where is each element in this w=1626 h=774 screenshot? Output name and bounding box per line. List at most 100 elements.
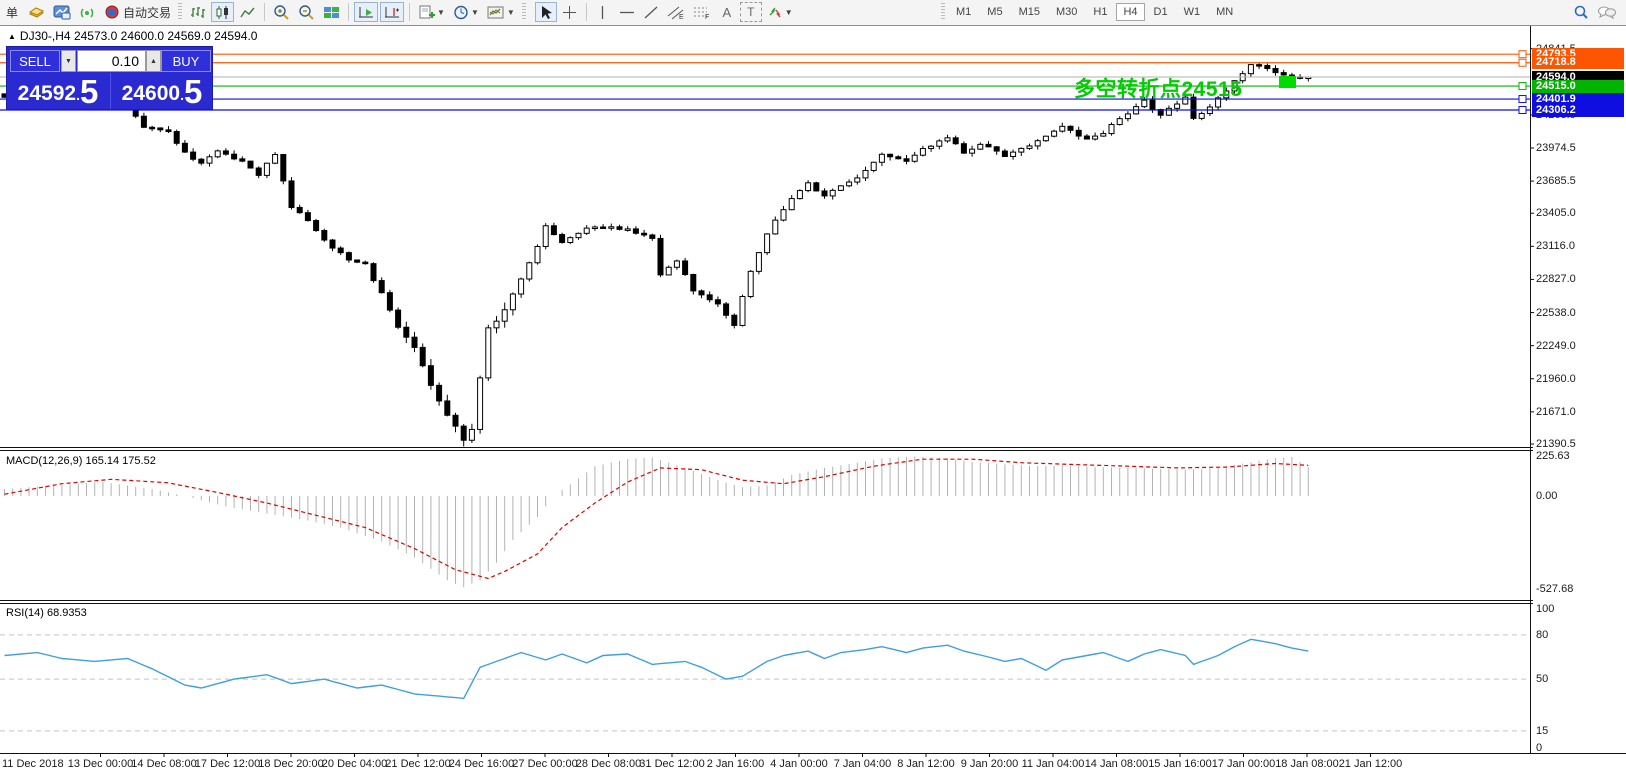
timeframe-button-m15[interactable]: M15 bbox=[1012, 3, 1047, 21]
timeframe-button-m30[interactable]: M30 bbox=[1049, 3, 1084, 21]
dropdown-caret: ▼ bbox=[437, 8, 445, 17]
price-axis-tick: 21960.0 bbox=[1536, 373, 1576, 385]
top-toolbar: 单 自动交易 bbox=[0, 0, 1626, 26]
timeframe-button-h4[interactable]: H4 bbox=[1116, 3, 1144, 21]
toolbar-grip bbox=[941, 3, 945, 21]
timeframe-button-m5[interactable]: M5 bbox=[980, 3, 1009, 21]
timeframe-button-h1[interactable]: H1 bbox=[1086, 3, 1114, 21]
toolbar-grip bbox=[178, 3, 182, 21]
price-axis-tick: 22249.0 bbox=[1536, 340, 1576, 352]
timeframe-button-mn[interactable]: MN bbox=[1209, 3, 1240, 21]
time-axis-label: 17 Dec 12:00 bbox=[195, 758, 260, 770]
autotrade-button[interactable]: 自动交易 bbox=[101, 2, 174, 22]
time-axis-label: 27 Dec 00:00 bbox=[512, 758, 577, 770]
text-label-icon[interactable]: T bbox=[740, 2, 762, 22]
toolbar-grip bbox=[522, 3, 526, 21]
buy-button[interactable]: BUY bbox=[161, 50, 211, 72]
price-level-label: 24515.0 bbox=[1532, 80, 1624, 93]
chart-title: ▲DJ30-,H4 24573.0 24600.0 24569.0 24594.… bbox=[8, 29, 257, 43]
collapse-triangle-icon[interactable]: ▲ bbox=[8, 32, 16, 41]
trendline-icon[interactable] bbox=[640, 2, 662, 22]
price-level-label: 24306.2 bbox=[1532, 104, 1624, 117]
macd-label: MACD(12,26,9) 165.14 175.52 bbox=[6, 455, 156, 467]
volume-input[interactable]: 0.10 bbox=[77, 50, 146, 72]
time-axis-label: 20 Dec 04:00 bbox=[322, 758, 387, 770]
candlestick-icon[interactable] bbox=[211, 2, 234, 22]
toolbar-separator bbox=[348, 3, 349, 21]
price-axis-tick: 23685.5 bbox=[1536, 175, 1576, 187]
signal-icon[interactable] bbox=[76, 2, 99, 22]
time-axis-label: 31 Dec 12:00 bbox=[639, 758, 704, 770]
sell-price[interactable]: 24592.5 bbox=[7, 74, 109, 109]
crosshair-icon[interactable] bbox=[559, 2, 581, 22]
vertical-line-icon[interactable] bbox=[592, 2, 614, 22]
horizontal-line-icon[interactable] bbox=[616, 2, 638, 22]
autotrade-label: 自动交易 bbox=[123, 4, 171, 21]
chart-window-icon[interactable] bbox=[50, 2, 74, 22]
volume-increase-button[interactable]: ▲ bbox=[146, 50, 161, 72]
text-icon[interactable]: A bbox=[716, 2, 738, 22]
price-level-label: 24718.8 bbox=[1532, 56, 1624, 69]
text-icon-label: A bbox=[722, 5, 731, 20]
cursor-icon[interactable] bbox=[535, 2, 557, 22]
volume-decrease-button[interactable]: ▼ bbox=[61, 50, 76, 72]
indicator-axis-tick: 0 bbox=[1536, 742, 1542, 754]
templates-icon[interactable]: ▼ bbox=[415, 2, 448, 22]
channel-icon[interactable]: E bbox=[664, 2, 688, 22]
search-icon[interactable] bbox=[1570, 2, 1592, 22]
fibonacci-icon[interactable]: F bbox=[690, 2, 714, 22]
period-icon[interactable]: ▼ bbox=[450, 2, 482, 22]
arrows-icon[interactable]: ▼ bbox=[764, 2, 796, 22]
chart-shift-icon[interactable] bbox=[380, 2, 404, 22]
dropdown-caret: ▼ bbox=[507, 8, 515, 17]
time-axis-label: 14 Jan 08:00 bbox=[1085, 758, 1149, 770]
buy-price[interactable]: 24600.5 bbox=[111, 74, 213, 109]
time-axis-label: 17 Jan 00:00 bbox=[1212, 758, 1276, 770]
time-axis-label: 11 Jan 04:00 bbox=[1022, 758, 1085, 770]
new-order-button[interactable]: 单 bbox=[1, 2, 23, 22]
toolbar-separator bbox=[409, 3, 410, 21]
chat-icon[interactable] bbox=[1594, 2, 1619, 22]
time-axis-label: 18 Dec 20:00 bbox=[258, 758, 323, 770]
time-axis-label: 21 Jan 12:00 bbox=[1339, 758, 1403, 770]
time-axis-label: 4 Jan 00:00 bbox=[770, 758, 828, 770]
zoom-out-icon[interactable] bbox=[295, 2, 318, 22]
price-axis-tick: 23116.0 bbox=[1536, 240, 1575, 252]
indicators-icon[interactable]: ▼ bbox=[484, 2, 518, 22]
auto-scroll-icon[interactable] bbox=[354, 2, 378, 22]
chart-annotation-text[interactable]: 多空转折点24515 bbox=[1074, 73, 1242, 103]
text-label-icon-label: T bbox=[747, 5, 754, 19]
sell-button[interactable]: SELL bbox=[10, 50, 60, 72]
new-order-label: 单 bbox=[6, 4, 18, 21]
time-axis-label: 7 Jan 04:00 bbox=[834, 758, 892, 770]
toolbar-separator bbox=[264, 3, 265, 21]
sell-price-int: 24592 bbox=[18, 81, 76, 107]
price-axis-tick: 22538.0 bbox=[1536, 307, 1576, 319]
line-chart-icon[interactable] bbox=[236, 2, 259, 22]
tile-windows-icon[interactable] bbox=[320, 2, 343, 22]
time-axis-label: 15 Jan 16:00 bbox=[1148, 758, 1212, 770]
time-axis-label: 14 Dec 08:00 bbox=[131, 758, 196, 770]
timeframe-toolbar: M1M5M15M30H1H4D1W1MN bbox=[938, 0, 1241, 24]
chart-canvas[interactable] bbox=[0, 0, 1626, 774]
indicator-axis-tick: 80 bbox=[1536, 629, 1548, 641]
timeframe-button-m1[interactable]: M1 bbox=[949, 3, 978, 21]
bar-chart-icon[interactable] bbox=[186, 2, 209, 22]
timeframe-button-d1[interactable]: D1 bbox=[1147, 3, 1175, 21]
time-axis-label: 13 Dec 00:00 bbox=[68, 758, 133, 770]
quotes-icon[interactable] bbox=[25, 2, 48, 22]
rsi-label: RSI(14) 68.9353 bbox=[6, 607, 87, 619]
indicator-axis-tick: -527.68 bbox=[1536, 583, 1573, 595]
price-axis-tick: 21390.5 bbox=[1536, 438, 1576, 450]
sell-price-pip: 5 bbox=[80, 77, 98, 107]
time-axis-label: 18 Jan 08:00 bbox=[1275, 758, 1339, 770]
time-axis-label: 9 Jan 20:00 bbox=[961, 758, 1019, 770]
time-axis-label: 21 Dec 12:00 bbox=[385, 758, 450, 770]
dropdown-caret: ▼ bbox=[785, 8, 793, 17]
timeframe-button-w1[interactable]: W1 bbox=[1177, 3, 1208, 21]
price-axis-tick: 23974.5 bbox=[1536, 142, 1576, 154]
time-axis-label: 28 Dec 08:00 bbox=[576, 758, 641, 770]
time-axis-label: 8 Jan 12:00 bbox=[897, 758, 955, 770]
toolbar-separator bbox=[586, 3, 587, 21]
zoom-in-icon[interactable] bbox=[270, 2, 293, 22]
